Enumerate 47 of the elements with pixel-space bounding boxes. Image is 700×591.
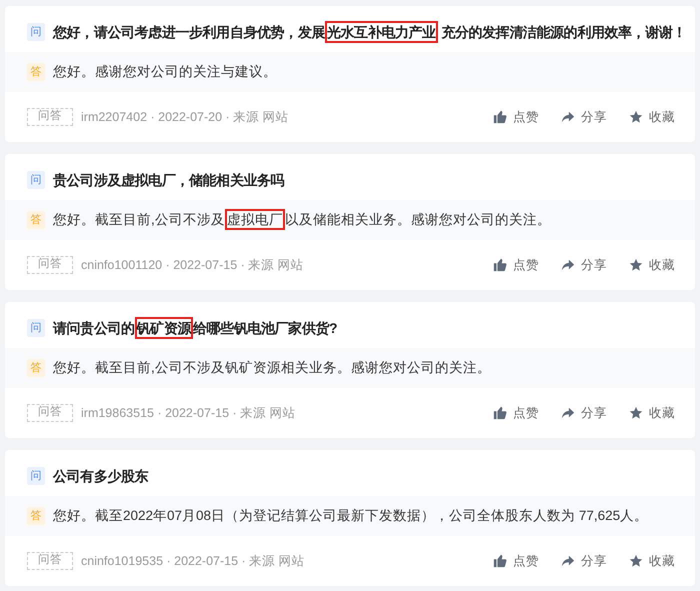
answer-badge: 答: [27, 63, 45, 81]
question-badge: 问: [27, 23, 45, 41]
thumbs-up-icon: [493, 554, 507, 568]
tag-label: 问答: [27, 404, 73, 422]
star-icon: [629, 110, 643, 124]
post-meta: cninfo1019535 · 2022-07-15 · 来源 网站: [81, 552, 305, 570]
action-button[interactable]: 点赞: [493, 256, 539, 274]
post-meta: cninfo1001120 · 2022-07-15 · 来源 网站: [81, 256, 304, 274]
action-button[interactable]: 收藏: [629, 108, 675, 126]
post-meta: irm2207402 · 2022-07-20 · 来源 网站: [81, 108, 289, 126]
answer-badge: 答: [27, 211, 45, 229]
answer-text: 您好。截至2022年07月08日（为登记结算公司最新下发数据），公司全体股东人数为 77,625人。: [53, 506, 648, 525]
post-meta: irm19863515 · 2022-07-15 · 来源 网站: [81, 404, 296, 422]
action-button[interactable]: 收藏: [629, 256, 675, 274]
action-button[interactable]: 收藏: [629, 552, 675, 570]
thumbs-up-icon: [493, 110, 507, 124]
tag-label: 问答: [27, 552, 73, 570]
star-icon: [629, 406, 643, 420]
question-text[interactable]: 公司有多少股东: [53, 466, 148, 486]
action-button[interactable]: 点赞: [493, 108, 539, 126]
share-icon: [561, 110, 575, 124]
thumbs-up-icon: [493, 258, 507, 272]
action-button[interactable]: 点赞: [493, 404, 539, 422]
action-button[interactable]: 点赞: [493, 552, 539, 570]
star-icon: [629, 258, 643, 272]
answer-text: 您好。感谢您对公司的关注与建议。: [53, 62, 277, 81]
question-text[interactable]: 贵公司涉及虚拟电厂，储能相关业务吗: [53, 170, 284, 190]
tag-label: 问答: [27, 256, 73, 274]
answer-badge: 答: [27, 359, 45, 377]
tag-label: 问答: [27, 108, 73, 126]
action-button[interactable]: 分享: [561, 552, 607, 570]
question-badge: 问: [27, 467, 45, 485]
share-icon: [561, 554, 575, 568]
star-icon: [629, 554, 643, 568]
answer-text: 您好。截至目前,公司不涉及 虚拟电厂 以及储能相关业务。感谢您对公司的关注。: [53, 210, 551, 230]
share-icon: [561, 258, 575, 272]
action-button[interactable]: 分享: [561, 108, 607, 126]
action-button[interactable]: 分享: [561, 404, 607, 422]
answer-text: 您好。截至目前,公司不涉及钒矿资源相关业务。感谢您对公司的关注。: [53, 358, 491, 377]
action-button[interactable]: 分享: [561, 256, 607, 274]
action-button[interactable]: 收藏: [629, 404, 675, 422]
question-badge: 问: [27, 319, 45, 337]
share-icon: [561, 406, 575, 420]
question-badge: 问: [27, 171, 45, 189]
thumbs-up-icon: [493, 406, 507, 420]
question-text[interactable]: 您好，请公司考虑进一步利用自身优势，发展光水互补电力产业 充分的发挥清洁能源的利用效率，谢谢！: [53, 22, 686, 42]
answer-badge: 答: [27, 507, 45, 525]
